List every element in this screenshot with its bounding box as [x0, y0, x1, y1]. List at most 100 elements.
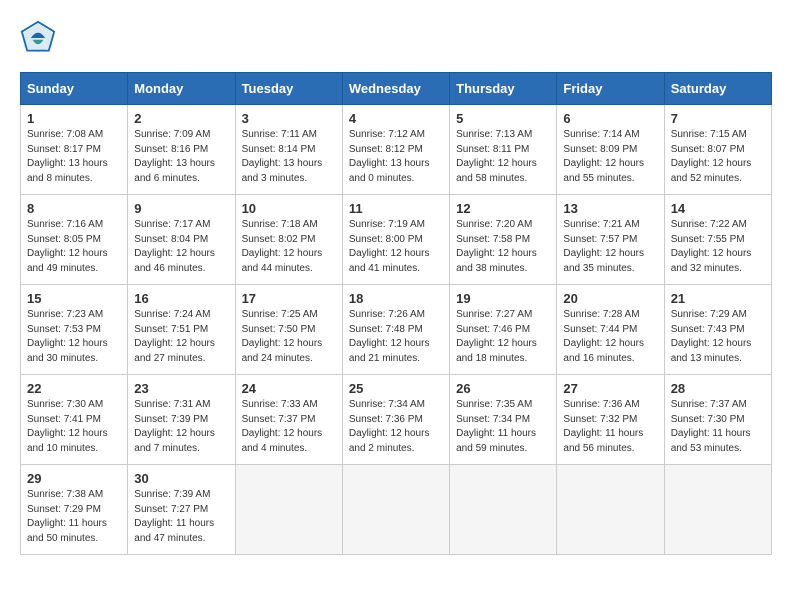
day-number: 24 — [242, 381, 336, 396]
day-info: Sunrise: 7:31 AM Sunset: 7:39 PM Dayligh… — [134, 398, 228, 456]
weekday-header: Thursday — [450, 73, 557, 105]
calendar-day-cell: 27 Sunrise: 7:36 AM Sunset: 7:32 PM Dayl… — [557, 375, 664, 465]
calendar-day-cell: 15 Sunrise: 7:23 AM Sunset: 7:53 PM Dayl… — [21, 285, 128, 375]
day-number: 6 — [563, 111, 657, 126]
calendar-day-cell: 6 Sunrise: 7:14 AM Sunset: 8:09 PM Dayli… — [557, 105, 664, 195]
weekday-header: Tuesday — [235, 73, 342, 105]
day-info: Sunrise: 7:25 AM Sunset: 7:50 PM Dayligh… — [242, 308, 336, 366]
calendar-week-row: 29 Sunrise: 7:38 AM Sunset: 7:29 PM Dayl… — [21, 465, 772, 555]
calendar-day-cell: 1 Sunrise: 7:08 AM Sunset: 8:17 PM Dayli… — [21, 105, 128, 195]
calendar-week-row: 22 Sunrise: 7:30 AM Sunset: 7:41 PM Dayl… — [21, 375, 772, 465]
calendar-day-cell: 21 Sunrise: 7:29 AM Sunset: 7:43 PM Dayl… — [664, 285, 771, 375]
day-number: 16 — [134, 291, 228, 306]
day-number: 7 — [671, 111, 765, 126]
calendar-header-row: SundayMondayTuesdayWednesdayThursdayFrid… — [21, 73, 772, 105]
calendar-day-cell — [664, 465, 771, 555]
calendar-day-cell: 23 Sunrise: 7:31 AM Sunset: 7:39 PM Dayl… — [128, 375, 235, 465]
day-info: Sunrise: 7:28 AM Sunset: 7:44 PM Dayligh… — [563, 308, 657, 366]
day-number: 19 — [456, 291, 550, 306]
day-info: Sunrise: 7:21 AM Sunset: 7:57 PM Dayligh… — [563, 218, 657, 276]
day-number: 1 — [27, 111, 121, 126]
calendar-table: SundayMondayTuesdayWednesdayThursdayFrid… — [20, 72, 772, 555]
calendar-day-cell: 17 Sunrise: 7:25 AM Sunset: 7:50 PM Dayl… — [235, 285, 342, 375]
day-number: 23 — [134, 381, 228, 396]
weekday-header: Monday — [128, 73, 235, 105]
day-info: Sunrise: 7:08 AM Sunset: 8:17 PM Dayligh… — [27, 128, 121, 186]
day-number: 3 — [242, 111, 336, 126]
day-number: 14 — [671, 201, 765, 216]
calendar-day-cell: 25 Sunrise: 7:34 AM Sunset: 7:36 PM Dayl… — [342, 375, 449, 465]
day-info: Sunrise: 7:09 AM Sunset: 8:16 PM Dayligh… — [134, 128, 228, 186]
day-number: 22 — [27, 381, 121, 396]
day-info: Sunrise: 7:36 AM Sunset: 7:32 PM Dayligh… — [563, 398, 657, 456]
calendar-day-cell: 14 Sunrise: 7:22 AM Sunset: 7:55 PM Dayl… — [664, 195, 771, 285]
calendar-day-cell: 30 Sunrise: 7:39 AM Sunset: 7:27 PM Dayl… — [128, 465, 235, 555]
day-number: 25 — [349, 381, 443, 396]
calendar-day-cell: 2 Sunrise: 7:09 AM Sunset: 8:16 PM Dayli… — [128, 105, 235, 195]
calendar-day-cell — [557, 465, 664, 555]
calendar-day-cell: 24 Sunrise: 7:33 AM Sunset: 7:37 PM Dayl… — [235, 375, 342, 465]
day-info: Sunrise: 7:38 AM Sunset: 7:29 PM Dayligh… — [27, 488, 121, 546]
calendar-day-cell: 16 Sunrise: 7:24 AM Sunset: 7:51 PM Dayl… — [128, 285, 235, 375]
day-info: Sunrise: 7:24 AM Sunset: 7:51 PM Dayligh… — [134, 308, 228, 366]
day-info: Sunrise: 7:39 AM Sunset: 7:27 PM Dayligh… — [134, 488, 228, 546]
day-info: Sunrise: 7:20 AM Sunset: 7:58 PM Dayligh… — [456, 218, 550, 276]
day-number: 17 — [242, 291, 336, 306]
logo — [20, 20, 62, 56]
day-info: Sunrise: 7:13 AM Sunset: 8:11 PM Dayligh… — [456, 128, 550, 186]
calendar-day-cell: 12 Sunrise: 7:20 AM Sunset: 7:58 PM Dayl… — [450, 195, 557, 285]
day-info: Sunrise: 7:35 AM Sunset: 7:34 PM Dayligh… — [456, 398, 550, 456]
day-info: Sunrise: 7:18 AM Sunset: 8:02 PM Dayligh… — [242, 218, 336, 276]
calendar-day-cell: 20 Sunrise: 7:28 AM Sunset: 7:44 PM Dayl… — [557, 285, 664, 375]
day-info: Sunrise: 7:14 AM Sunset: 8:09 PM Dayligh… — [563, 128, 657, 186]
weekday-header: Saturday — [664, 73, 771, 105]
day-info: Sunrise: 7:26 AM Sunset: 7:48 PM Dayligh… — [349, 308, 443, 366]
day-info: Sunrise: 7:29 AM Sunset: 7:43 PM Dayligh… — [671, 308, 765, 366]
day-info: Sunrise: 7:27 AM Sunset: 7:46 PM Dayligh… — [456, 308, 550, 366]
calendar-day-cell — [342, 465, 449, 555]
calendar-day-cell: 26 Sunrise: 7:35 AM Sunset: 7:34 PM Dayl… — [450, 375, 557, 465]
day-number: 4 — [349, 111, 443, 126]
day-number: 10 — [242, 201, 336, 216]
day-number: 13 — [563, 201, 657, 216]
day-number: 11 — [349, 201, 443, 216]
weekday-header: Friday — [557, 73, 664, 105]
calendar-day-cell: 19 Sunrise: 7:27 AM Sunset: 7:46 PM Dayl… — [450, 285, 557, 375]
day-info: Sunrise: 7:15 AM Sunset: 8:07 PM Dayligh… — [671, 128, 765, 186]
day-number: 27 — [563, 381, 657, 396]
day-info: Sunrise: 7:22 AM Sunset: 7:55 PM Dayligh… — [671, 218, 765, 276]
calendar-day-cell: 8 Sunrise: 7:16 AM Sunset: 8:05 PM Dayli… — [21, 195, 128, 285]
calendar-day-cell: 3 Sunrise: 7:11 AM Sunset: 8:14 PM Dayli… — [235, 105, 342, 195]
day-info: Sunrise: 7:12 AM Sunset: 8:12 PM Dayligh… — [349, 128, 443, 186]
calendar-day-cell: 13 Sunrise: 7:21 AM Sunset: 7:57 PM Dayl… — [557, 195, 664, 285]
day-number: 5 — [456, 111, 550, 126]
calendar-week-row: 8 Sunrise: 7:16 AM Sunset: 8:05 PM Dayli… — [21, 195, 772, 285]
logo-icon — [20, 20, 56, 56]
day-info: Sunrise: 7:19 AM Sunset: 8:00 PM Dayligh… — [349, 218, 443, 276]
calendar-day-cell: 10 Sunrise: 7:18 AM Sunset: 8:02 PM Dayl… — [235, 195, 342, 285]
weekday-header: Sunday — [21, 73, 128, 105]
day-info: Sunrise: 7:16 AM Sunset: 8:05 PM Dayligh… — [27, 218, 121, 276]
day-number: 18 — [349, 291, 443, 306]
day-info: Sunrise: 7:37 AM Sunset: 7:30 PM Dayligh… — [671, 398, 765, 456]
day-number: 2 — [134, 111, 228, 126]
day-number: 9 — [134, 201, 228, 216]
day-info: Sunrise: 7:17 AM Sunset: 8:04 PM Dayligh… — [134, 218, 228, 276]
day-number: 29 — [27, 471, 121, 486]
calendar-day-cell: 5 Sunrise: 7:13 AM Sunset: 8:11 PM Dayli… — [450, 105, 557, 195]
calendar-day-cell: 9 Sunrise: 7:17 AM Sunset: 8:04 PM Dayli… — [128, 195, 235, 285]
day-number: 15 — [27, 291, 121, 306]
day-number: 8 — [27, 201, 121, 216]
calendar-day-cell: 28 Sunrise: 7:37 AM Sunset: 7:30 PM Dayl… — [664, 375, 771, 465]
day-info: Sunrise: 7:23 AM Sunset: 7:53 PM Dayligh… — [27, 308, 121, 366]
day-number: 26 — [456, 381, 550, 396]
calendar-week-row: 1 Sunrise: 7:08 AM Sunset: 8:17 PM Dayli… — [21, 105, 772, 195]
calendar-day-cell: 11 Sunrise: 7:19 AM Sunset: 8:00 PM Dayl… — [342, 195, 449, 285]
calendar-day-cell — [235, 465, 342, 555]
day-number: 12 — [456, 201, 550, 216]
day-number: 20 — [563, 291, 657, 306]
calendar-day-cell: 18 Sunrise: 7:26 AM Sunset: 7:48 PM Dayl… — [342, 285, 449, 375]
day-info: Sunrise: 7:30 AM Sunset: 7:41 PM Dayligh… — [27, 398, 121, 456]
day-info: Sunrise: 7:11 AM Sunset: 8:14 PM Dayligh… — [242, 128, 336, 186]
day-info: Sunrise: 7:33 AM Sunset: 7:37 PM Dayligh… — [242, 398, 336, 456]
